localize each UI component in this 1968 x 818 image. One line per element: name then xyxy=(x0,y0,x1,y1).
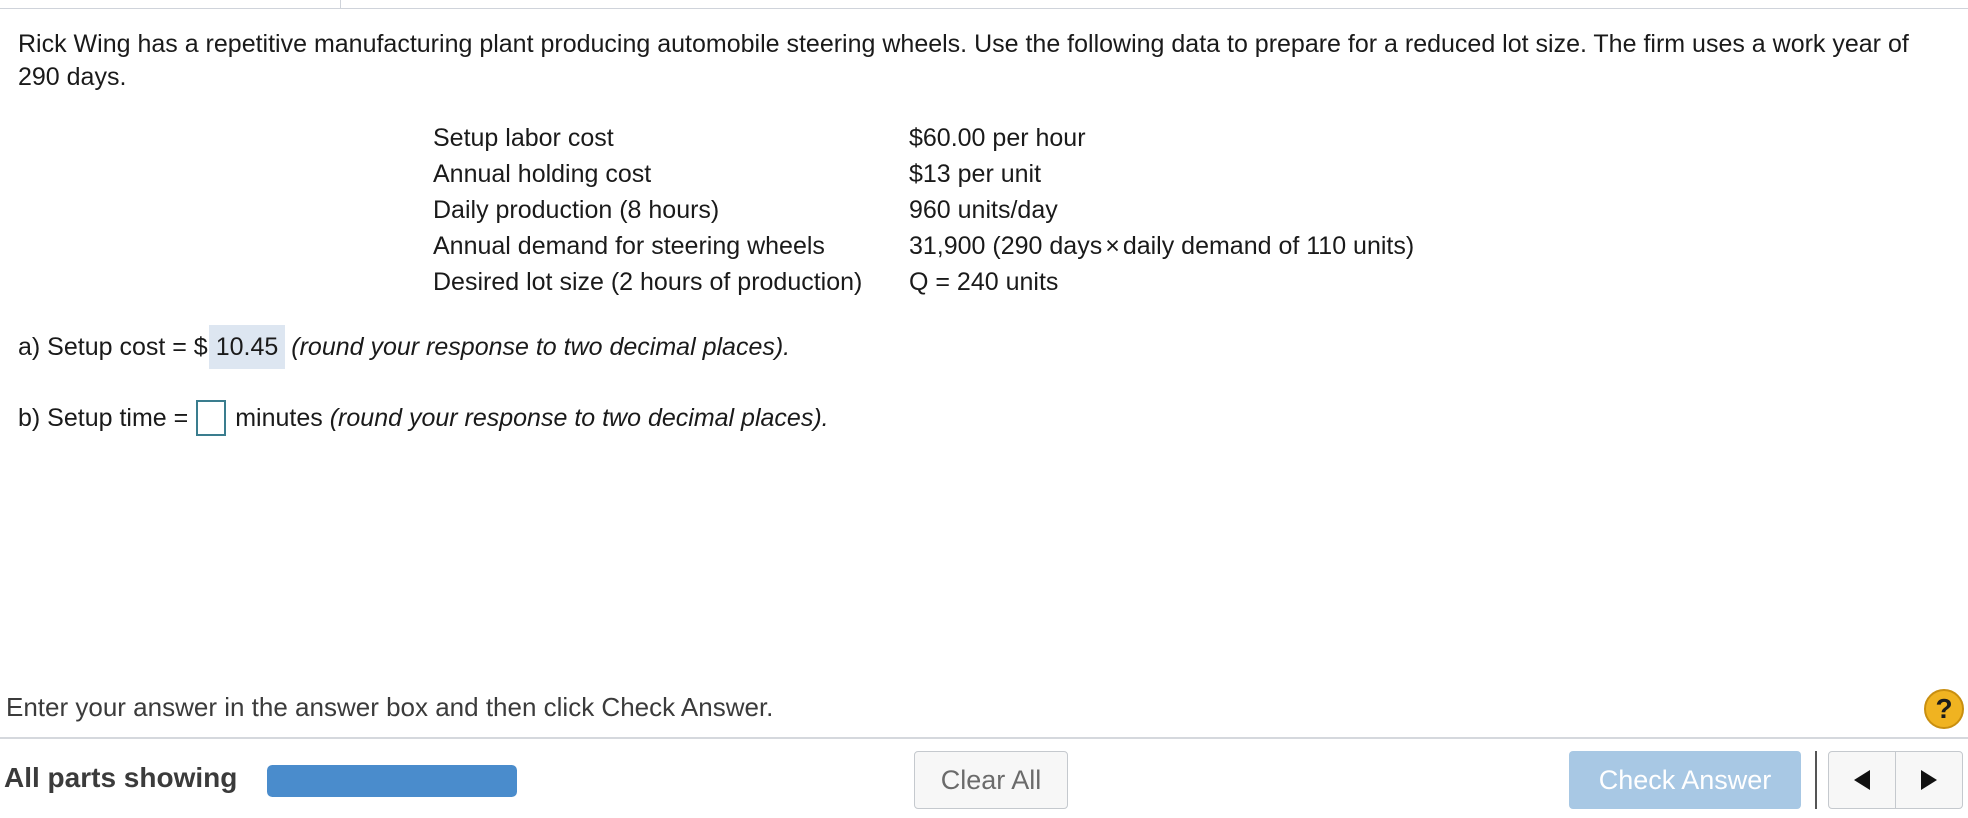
part-a-hint: (round your response to two decimal plac… xyxy=(291,332,791,361)
table-row: Desired lot size (2 hours of production)… xyxy=(433,264,1414,300)
nav-divider xyxy=(1815,751,1817,809)
row-label: Annual holding cost xyxy=(433,160,652,188)
check-answer-button[interactable]: Check Answer xyxy=(1569,751,1801,809)
row-value: Q = 240 units xyxy=(909,268,1059,296)
triangle-right-icon xyxy=(1921,770,1937,790)
table-row: Annual demand for steering wheels 31,900… xyxy=(433,228,1414,264)
row-label: Daily production (8 hours) xyxy=(433,196,720,224)
help-button[interactable]: ? xyxy=(1924,689,1964,729)
row-value: $60.00 per hour xyxy=(909,124,1086,152)
table-row: Annual holding cost $13 per unit xyxy=(433,156,1414,192)
top-divider xyxy=(0,8,1968,9)
next-button[interactable] xyxy=(1895,752,1962,808)
parts-showing-label: All parts showing xyxy=(4,762,238,793)
setup-time-input[interactable] xyxy=(196,400,227,436)
instruction-text: Enter your answer in the answer box and … xyxy=(6,692,774,722)
progress-fill xyxy=(267,765,517,797)
part-b: b) Setup time = minutes (round your resp… xyxy=(18,397,829,439)
table-row: Setup labor cost $60.00 per hour xyxy=(433,120,1414,156)
row-value-part: 31,900 (290 days xyxy=(909,232,1103,260)
question-text: Rick Wing has a repetitive manufacturing… xyxy=(18,30,1909,91)
row-value: 960 units/day xyxy=(909,196,1058,224)
progress-bar xyxy=(267,765,517,797)
row-value: 31,900 (290 days × daily demand of 110 uni… xyxy=(909,228,1414,264)
part-a-label: a) Setup cost = $ xyxy=(18,332,208,361)
row-label: Setup labor cost xyxy=(433,124,614,152)
row-value-part: daily demand of 110 units) xyxy=(1122,232,1415,260)
row-value: $13 per unit xyxy=(909,160,1042,188)
triangle-left-icon xyxy=(1854,770,1870,790)
part-b-hint: (round your response to two decimal plac… xyxy=(329,403,829,432)
part-b-units: minutes xyxy=(235,403,323,432)
footer-divider xyxy=(0,737,1968,739)
setup-cost-answer[interactable]: 10.45 xyxy=(208,325,286,369)
part-a: a) Setup cost = $ 10.45 (round your resp… xyxy=(18,325,790,369)
row-label: Desired lot size (2 hours of production) xyxy=(433,268,863,296)
times-symbol: × xyxy=(1105,232,1120,260)
part-b-label: b) Setup time = xyxy=(18,403,189,432)
clear-all-button[interactable]: Clear All xyxy=(914,751,1068,809)
question-nav xyxy=(1828,751,1963,809)
previous-button[interactable] xyxy=(1829,752,1895,808)
data-table: Setup labor cost $60.00 per hour Annual … xyxy=(433,120,1414,300)
row-label: Annual demand for steering wheels xyxy=(433,232,825,260)
table-row: Daily production (8 hours) 960 units/day xyxy=(433,192,1414,228)
top-tab-edge xyxy=(340,0,341,8)
